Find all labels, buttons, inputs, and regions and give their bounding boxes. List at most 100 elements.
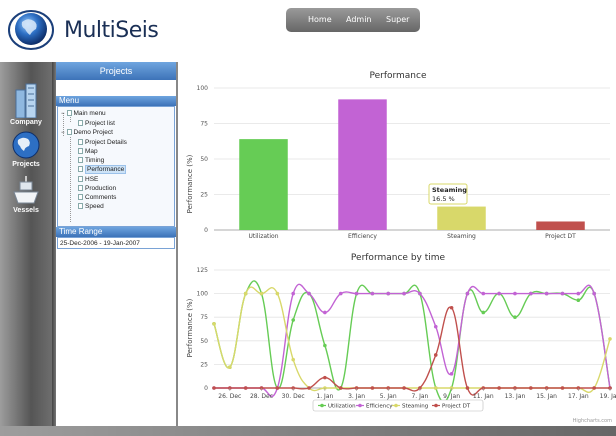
data-point-project-dt[interactable] <box>275 386 280 390</box>
data-point-utilization[interactable] <box>513 315 517 319</box>
y-tick-label: 25 <box>200 361 208 368</box>
nav-admin[interactable]: Admin <box>346 15 372 24</box>
data-point-efficiency[interactable] <box>449 372 454 376</box>
data-point-efficiency[interactable] <box>529 291 533 296</box>
sidebar-item-company[interactable]: Company <box>4 82 48 126</box>
left-sidebar: Company Projects Vessels <box>0 62 52 436</box>
y-tick-label: 75 <box>200 314 208 321</box>
data-point-project-dt[interactable] <box>433 353 438 357</box>
projects-panel: Projects Menu − Main menu Project list − D… <box>56 62 178 436</box>
data-point-steaming[interactable] <box>608 337 612 341</box>
series-line-project-dt[interactable] <box>214 306 610 396</box>
data-point-project-dt[interactable] <box>560 386 565 390</box>
nav-super[interactable]: Super <box>386 15 409 24</box>
data-point-steaming[interactable] <box>433 386 438 390</box>
legend-item-utilization[interactable]: Utilization <box>328 404 356 410</box>
data-point-efficiency[interactable] <box>481 291 486 296</box>
data-point-project-dt[interactable] <box>370 386 375 390</box>
data-point-project-dt[interactable] <box>402 386 406 390</box>
data-point-project-dt[interactable] <box>449 305 454 310</box>
chart-title: Performance by time <box>351 253 446 263</box>
data-point-efficiency[interactable] <box>354 291 359 296</box>
bar-efficiency[interactable] <box>338 99 387 230</box>
data-point-efficiency[interactable] <box>592 291 596 296</box>
legend-item-steaming[interactable]: Steaming <box>402 404 428 410</box>
tree-performance[interactable]: Performance <box>78 165 127 174</box>
data-point-project-dt[interactable] <box>497 386 501 390</box>
tooltip-title: Steaming <box>432 186 467 194</box>
tree-production[interactable]: Production <box>78 185 116 193</box>
x-tick-label: Efficiency <box>348 233 377 240</box>
data-point-steaming[interactable] <box>291 357 295 362</box>
y-tick-label: 0 <box>204 385 208 392</box>
data-point-efficiency[interactable] <box>497 291 501 296</box>
data-point-utilization[interactable] <box>291 318 295 322</box>
x-tick-label: 26. Dec <box>218 393 241 400</box>
data-point-efficiency[interactable] <box>576 291 581 296</box>
data-point-efficiency[interactable] <box>433 324 438 329</box>
tree-main-menu[interactable]: − Main menu <box>61 110 106 118</box>
data-point-steaming[interactable] <box>212 322 216 326</box>
data-point-project-dt[interactable] <box>243 386 248 390</box>
x-tick-label: 11. Jan <box>473 393 494 400</box>
data-point-project-dt[interactable] <box>323 375 327 380</box>
tree-timing[interactable]: Timing <box>78 157 104 165</box>
tree-project-details[interactable]: Project Details <box>78 139 127 147</box>
sidebar-item-projects[interactable]: Projects <box>4 130 48 168</box>
x-tick-label: Project DT <box>545 233 576 240</box>
tree-hse[interactable]: HSE <box>78 176 98 184</box>
x-tick-label: 15. Jan <box>536 393 557 400</box>
series-line-efficiency[interactable] <box>214 283 611 398</box>
data-point-efficiency[interactable] <box>386 291 391 296</box>
tree-comments[interactable]: Comments <box>78 194 116 202</box>
data-point-project-dt[interactable] <box>307 386 311 390</box>
tree-demo-project[interactable]: − Demo Project <box>61 129 113 137</box>
data-point-project-dt[interactable] <box>212 386 216 390</box>
data-point-project-dt[interactable] <box>338 386 343 390</box>
data-point-efficiency[interactable] <box>291 291 295 296</box>
bar-project-dt[interactable] <box>536 221 585 230</box>
legend-marker-efficiency <box>358 403 362 408</box>
nav-home[interactable]: Home <box>308 15 332 24</box>
data-point-utilization[interactable] <box>323 343 327 348</box>
y-tick-label: 100 <box>197 85 209 92</box>
data-point-project-dt[interactable] <box>529 386 533 390</box>
data-point-steaming[interactable] <box>275 291 280 296</box>
data-point-efficiency[interactable] <box>418 291 422 296</box>
data-point-efficiency[interactable] <box>560 291 565 296</box>
x-tick-label: 1. Jan <box>316 393 333 400</box>
tree-map[interactable]: Map <box>78 148 98 156</box>
bottom-bar <box>0 426 616 436</box>
sidebar-label-company: Company <box>10 119 42 126</box>
time-range-field[interactable]: 25-Dec-2006 - 19-Jan-2007 <box>57 237 175 249</box>
data-point-efficiency[interactable] <box>465 291 470 296</box>
data-point-utilization[interactable] <box>576 298 581 303</box>
data-point-project-dt[interactable] <box>592 386 596 390</box>
data-point-efficiency[interactable] <box>307 291 311 296</box>
app-title: MultiSeis <box>64 18 159 43</box>
tree-project-list[interactable]: Project list <box>78 120 115 128</box>
tree-speed[interactable]: Speed <box>78 203 104 211</box>
legend-item-project-dt[interactable]: Project DT <box>442 404 471 410</box>
legend-item-efficiency[interactable]: Efficiency <box>366 404 393 410</box>
data-point-efficiency[interactable] <box>402 291 406 296</box>
data-point-efficiency[interactable] <box>338 291 343 296</box>
y-axis-label: Performance (%) <box>186 154 194 213</box>
top-navigation: Home Admin Super <box>286 8 420 32</box>
bar-utilization[interactable] <box>239 139 288 230</box>
x-tick-label: 7. Jan <box>411 393 428 400</box>
performance-bar-chart: Performance Performance (%) 0 25 50 75 100 U… <box>186 71 610 240</box>
sidebar-item-vessels[interactable]: Vessels <box>4 174 48 214</box>
data-point-steaming[interactable] <box>228 365 232 370</box>
series-line-utilization[interactable] <box>213 280 611 403</box>
data-point-steaming[interactable] <box>259 291 264 296</box>
bar-steaming[interactable] <box>437 206 486 230</box>
data-point-project-dt[interactable] <box>465 386 470 390</box>
data-point-utilization[interactable] <box>481 310 486 315</box>
data-point-efficiency[interactable] <box>370 291 375 296</box>
data-point-efficiency[interactable] <box>323 310 327 315</box>
data-point-efficiency[interactable] <box>544 291 549 296</box>
y-tick-label: 75 <box>200 121 208 128</box>
data-point-steaming[interactable] <box>243 291 248 296</box>
data-point-efficiency[interactable] <box>513 291 517 296</box>
